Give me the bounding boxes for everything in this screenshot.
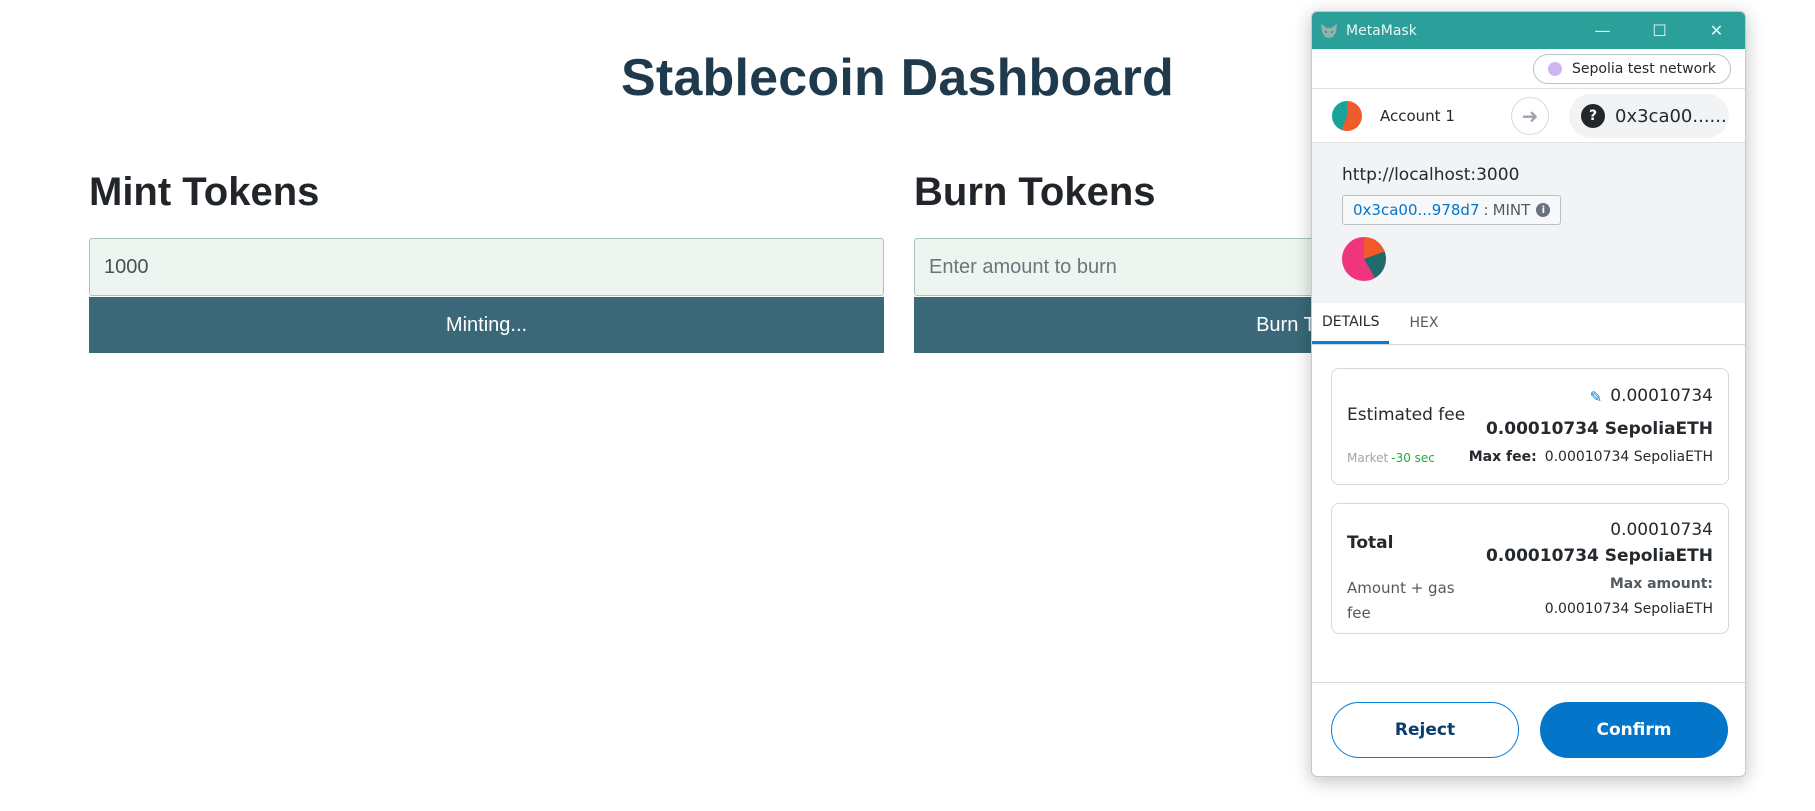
confirm-button[interactable]: Confirm <box>1540 702 1728 758</box>
edit-pencil-icon[interactable]: ✎ <box>1586 388 1603 406</box>
fee-label: Estimated fee <box>1347 405 1466 425</box>
metamask-fox-icon <box>1321 23 1337 38</box>
max-amount-value: 0.00010734 SepoliaETH <box>1544 601 1713 617</box>
window-title: MetaMask <box>1346 22 1417 39</box>
mint-button[interactable]: Minting... <box>89 297 884 353</box>
total-card: Total 0.00010734 0.00010734 SepoliaETH A… <box>1331 503 1729 634</box>
contract-method-chip[interactable]: 0x3ca00...978d7 : MINT i <box>1342 195 1562 225</box>
network-dot-icon <box>1548 61 1563 76</box>
recipient-address: 0x3ca00...... <box>1615 105 1727 127</box>
action-footer: Reject Confirm <box>1312 682 1745 776</box>
minimize-icon[interactable]: — <box>1574 12 1631 49</box>
contract-address[interactable]: 0x3ca00...978d7 <box>1353 201 1480 219</box>
max-fee-row: Max fee: 0.00010734 SepoliaETH <box>1469 449 1713 465</box>
total-amount-eth: 0.00010734 SepoliaETH <box>1485 546 1713 566</box>
method-separator: : <box>1483 201 1489 219</box>
estimated-fee-card: Estimated fee ✎ 0.00010734 0.00010734 Se… <box>1331 368 1729 485</box>
question-icon: ? <box>1581 104 1605 128</box>
metamask-titlebar: MetaMask — ☐ ✕ <box>1312 12 1745 49</box>
detail-tabs: DETAILS HEX <box>1312 303 1745 345</box>
account-row: Account 1 ➜ ? 0x3ca00...... <box>1312 89 1745 143</box>
mint-heading: Mint Tokens <box>89 170 320 214</box>
fee-time: -30 sec <box>1391 451 1435 465</box>
account-avatar <box>1332 100 1362 131</box>
method-name: MINT <box>1492 201 1531 219</box>
total-amount: 0.00010734 <box>1610 520 1713 540</box>
tab-hex[interactable]: HEX <box>1399 302 1448 344</box>
recipient-pill[interactable]: ? 0x3ca00...... <box>1569 94 1729 138</box>
close-icon[interactable]: ✕ <box>1688 12 1745 49</box>
fee-speed: Market -30 sec <box>1347 451 1435 465</box>
tab-details[interactable]: DETAILS <box>1312 302 1390 344</box>
site-identicon <box>1342 237 1386 281</box>
account-name: Account 1 <box>1380 106 1455 125</box>
fee-amount: 0.00010734 <box>1610 386 1713 406</box>
network-row: Sepolia test network <box>1312 49 1745 89</box>
origin-url: http://localhost:3000 <box>1342 165 1520 185</box>
mint-panel: Mint Tokens Minting... <box>89 168 884 353</box>
metamask-popup: MetaMask — ☐ ✕ Sepolia test network Acco… <box>1311 11 1746 777</box>
fee-amount-eth: 0.00010734 SepoliaETH <box>1485 419 1713 439</box>
reject-button[interactable]: Reject <box>1331 702 1519 758</box>
info-icon[interactable]: i <box>1536 203 1551 217</box>
network-selector[interactable]: Sepolia test network <box>1533 53 1731 84</box>
origin-block: http://localhost:3000 0x3ca00...978d7 : … <box>1312 143 1745 303</box>
max-fee-value: 0.00010734 SepoliaETH <box>1544 449 1713 465</box>
mint-amount-input[interactable] <box>89 238 884 296</box>
fee-amount-row: ✎ 0.00010734 <box>1586 386 1713 406</box>
total-label: Total <box>1347 533 1394 553</box>
maximize-icon[interactable]: ☐ <box>1631 12 1688 49</box>
max-fee-label: Max fee: <box>1468 449 1537 465</box>
network-name: Sepolia test network <box>1572 60 1716 77</box>
max-amount-label: Max amount: <box>1609 576 1713 592</box>
arrow-right-icon: ➜ <box>1511 97 1549 135</box>
total-sub-label: Amount + gas fee <box>1347 579 1455 622</box>
fee-speed-label: Market <box>1347 451 1389 465</box>
